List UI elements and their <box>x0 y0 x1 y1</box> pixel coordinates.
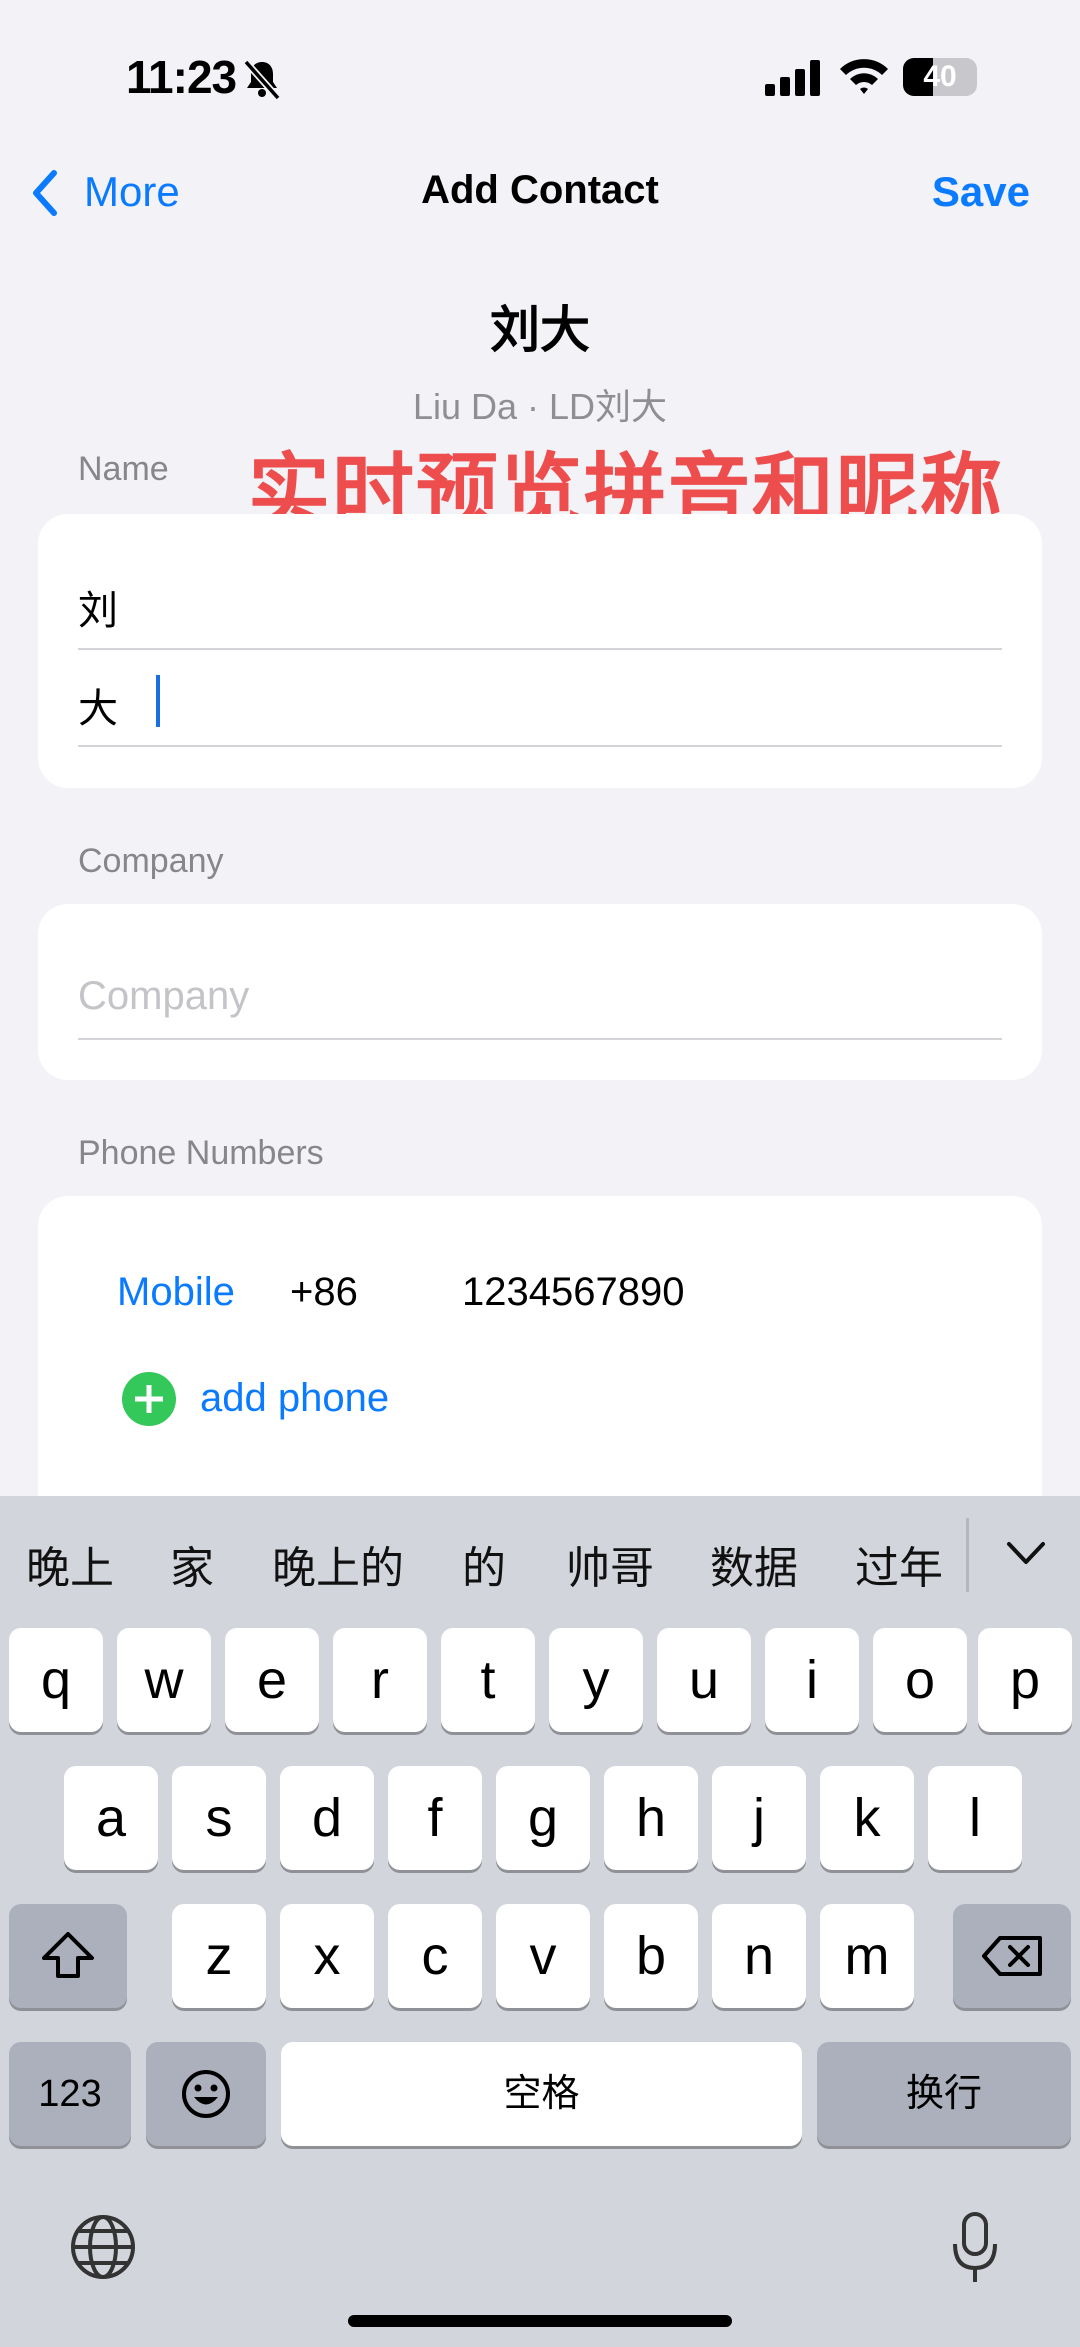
delete-key[interactable] <box>953 1904 1071 2008</box>
candidate-word[interactable]: 数据 <box>710 1532 798 1596</box>
key-k[interactable]: k <box>820 1766 914 1870</box>
key-g[interactable]: g <box>496 1766 590 1870</box>
first-name-field[interactable]: 刘 <box>78 578 118 636</box>
phone-country-code[interactable]: +86 <box>290 1270 358 1315</box>
battery-indicator: 40 <box>903 58 977 96</box>
bell-muted-icon <box>243 59 281 100</box>
candidate-word[interactable]: 帅哥 <box>566 1532 654 1596</box>
name-section-label: Name <box>78 450 169 488</box>
return-key[interactable]: 换行 <box>817 2042 1071 2146</box>
key-z[interactable]: z <box>172 1904 266 2008</box>
key-o[interactable]: o <box>873 1628 967 1732</box>
last-name-field[interactable]: 大 <box>78 676 118 734</box>
wifi-icon <box>840 59 888 94</box>
divider <box>78 648 1002 650</box>
numbers-key[interactable]: 123 <box>9 2042 131 2146</box>
shift-key[interactable] <box>9 1904 127 2008</box>
home-indicator <box>348 2315 732 2327</box>
key-d[interactable]: d <box>280 1766 374 1870</box>
globe-icon[interactable] <box>68 2212 138 2282</box>
candidate-word[interactable]: 的 <box>462 1532 506 1596</box>
key-v[interactable]: v <box>496 1904 590 2008</box>
status-time: 11:23 <box>126 51 237 103</box>
emoji-key[interactable] <box>146 2042 266 2146</box>
candidate-word[interactable]: 晚上 <box>26 1532 114 1596</box>
contact-preview-pinyin: Liu Da · LD刘大 <box>412 386 668 427</box>
key-h[interactable]: h <box>604 1766 698 1870</box>
key-l[interactable]: l <box>928 1766 1022 1870</box>
key-j[interactable]: j <box>712 1766 806 1870</box>
phone-type-label[interactable]: Mobile <box>117 1270 235 1315</box>
key-b[interactable]: b <box>604 1904 698 2008</box>
key-r[interactable]: r <box>333 1628 427 1732</box>
key-u[interactable]: u <box>657 1628 751 1732</box>
key-n[interactable]: n <box>712 1904 806 2008</box>
page-title: Add Contact <box>421 168 659 212</box>
microphone-icon[interactable] <box>950 2210 1000 2286</box>
chevron-down-icon[interactable] <box>1005 1538 1047 1568</box>
candidate-word[interactable]: 家 <box>170 1532 214 1596</box>
key-x[interactable]: x <box>280 1904 374 2008</box>
divider <box>78 1038 1002 1040</box>
phone-number-field[interactable]: 1234567890 <box>462 1270 684 1315</box>
key-s[interactable]: s <box>172 1766 266 1870</box>
save-button[interactable]: Save <box>932 168 1030 216</box>
battery-level: 40 <box>923 60 957 93</box>
key-w[interactable]: w <box>117 1628 211 1732</box>
add-phone-button[interactable]: add phone <box>200 1376 389 1421</box>
space-key[interactable]: 空格 <box>281 2042 802 2146</box>
add-phone-icon[interactable] <box>122 1372 176 1426</box>
key-e[interactable]: e <box>225 1628 319 1732</box>
cellular-signal-icon <box>765 60 820 96</box>
divider <box>78 745 1002 747</box>
emoji-icon <box>182 2070 230 2118</box>
company-field[interactable]: Company <box>78 974 249 1019</box>
backspace-icon <box>982 1936 1042 1976</box>
text-cursor <box>156 675 160 727</box>
phone-card <box>38 1196 1042 1496</box>
key-p[interactable]: p <box>978 1628 1072 1732</box>
key-y[interactable]: y <box>549 1628 643 1732</box>
shift-icon <box>42 1932 94 1978</box>
key-i[interactable]: i <box>765 1628 859 1732</box>
candidate-word[interactable]: 过年 <box>855 1532 943 1596</box>
key-t[interactable]: t <box>441 1628 535 1732</box>
contact-preview-name: 刘大 <box>490 302 590 358</box>
key-f[interactable]: f <box>388 1766 482 1870</box>
company-section-label: Company <box>78 842 224 880</box>
candidate-separator <box>966 1518 969 1592</box>
candidate-word[interactable]: 晚上的 <box>272 1532 404 1596</box>
key-c[interactable]: c <box>388 1904 482 2008</box>
key-a[interactable]: a <box>64 1766 158 1870</box>
key-q[interactable]: q <box>9 1628 103 1732</box>
phone-section-label: Phone Numbers <box>78 1134 324 1172</box>
key-m[interactable]: m <box>820 1904 914 2008</box>
